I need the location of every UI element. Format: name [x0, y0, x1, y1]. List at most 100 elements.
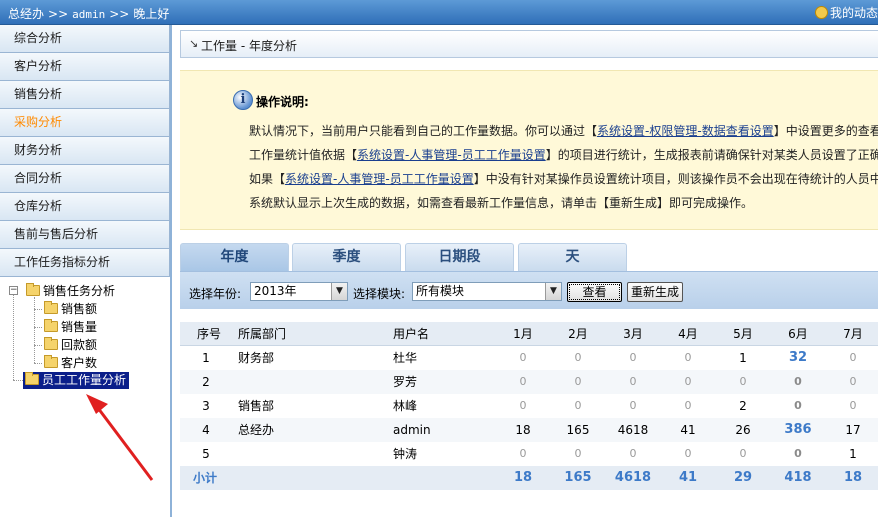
tree-node-label: 回款额 [61, 338, 98, 352]
breadcrumb-user[interactable]: admin [72, 8, 105, 21]
month-value-link[interactable]: 386 [778, 418, 818, 442]
month-value: 165 [566, 423, 590, 437]
table-header-row: 序号 所属部门 用户名 1月 2月 3月 4月 5月 6月 7月 [180, 322, 878, 346]
my-dynamics-label: 我的动态 [829, 6, 878, 20]
sidebar-item-warehouse[interactable]: 仓库分析 [0, 193, 170, 221]
table-row[interactable]: 2 罗芳 0 0 0 0 0 0 0 [180, 370, 878, 394]
month-value: 0 [574, 447, 582, 460]
tree-node-employee-workload[interactable]: 员工工作量分析 [23, 372, 130, 389]
module-select[interactable]: 所有模块 ▼ [412, 282, 562, 301]
folder-icon [26, 283, 40, 296]
sidebar-item-customer[interactable]: 客户分析 [0, 53, 170, 81]
year-select[interactable]: 2013年 ▼ [250, 282, 348, 301]
month-value: 0 [574, 351, 582, 364]
instructions-line-3: 如果【系统设置-人事管理-员工工作量设置】中没有针对某操作员设置统计项目，则该操… [249, 170, 878, 187]
sidebar-item-finance[interactable]: 财务分析 [0, 137, 170, 165]
dropdown-arrow-icon: ▼ [331, 283, 347, 300]
row-number: 2 [202, 375, 210, 389]
total-value: 18 [513, 470, 533, 485]
tree-line [13, 290, 14, 380]
page-title-bar: ↘ 工作量 - 年度分析 [180, 30, 878, 58]
month-value: 0 [849, 399, 857, 412]
sidebar-item-presales-aftersales[interactable]: 售前与售后分析 [0, 221, 170, 249]
column-header: 6月 [788, 327, 808, 341]
year-label: 选择年份: [189, 287, 242, 301]
month-value: 0 [684, 375, 692, 388]
row-number: 1 [202, 351, 210, 365]
tab-date-range[interactable]: 日期段 [405, 243, 514, 271]
tree-node-sales-volume[interactable]: 销售量 [44, 319, 97, 336]
total-value: 29 [733, 470, 753, 485]
text: 中没有针对某操作员设置统计项目，则该操作员不会出现在待统计的人员中 [485, 172, 878, 186]
month-value: 0 [574, 399, 582, 412]
month-value: 0 [629, 351, 637, 364]
month-value: 0 [519, 399, 527, 412]
month-value: 0 [519, 447, 527, 460]
tree-line [34, 309, 42, 310]
view-button[interactable]: 查看 [567, 282, 622, 302]
module-select-value: 所有模块 [416, 284, 465, 298]
month-value: 17 [845, 423, 861, 437]
month-value: 41 [680, 423, 696, 437]
month-value: 4618 [617, 423, 649, 437]
total-value: 41 [678, 470, 698, 485]
my-dynamics-link[interactable]: 我的动态 [814, 4, 878, 21]
month-value: 1 [739, 351, 747, 365]
month-value: 0 [739, 375, 747, 388]
column-header: 1月 [513, 327, 533, 341]
month-value: 0 [794, 399, 802, 412]
tree-line [34, 345, 42, 346]
main-content: ↘ 工作量 - 年度分析 i 操作说明: 默认情况下，当前用户只能看到自己的工作… [174, 25, 878, 517]
table-row[interactable]: 3 销售部 林峰 0 0 0 0 2 0 0 [180, 394, 878, 418]
user-icon [814, 6, 828, 19]
month-value: 0 [794, 375, 802, 388]
row-number: 5 [202, 447, 210, 461]
tab-year[interactable]: 年度 [180, 243, 289, 272]
sidebar-item-task-indicators[interactable]: 工作任务指标分析 [0, 249, 170, 277]
breadcrumb-separator: >> [48, 7, 69, 21]
month-value: 26 [735, 423, 751, 437]
tree-collapse-toggle[interactable]: − [9, 286, 18, 295]
month-value-link[interactable]: 32 [778, 346, 818, 370]
tree-line [34, 363, 42, 364]
link-workload-settings[interactable]: 系统设置-人事管理-员工工作量设置 [357, 148, 546, 162]
module-label: 选择模块: [353, 287, 406, 301]
page-title: 工作量 - 年度分析 [201, 39, 297, 53]
tree-node-sales-amount[interactable]: 销售额 [44, 301, 97, 318]
dropdown-arrow-icon: ▼ [545, 283, 561, 300]
folder-icon [44, 337, 58, 350]
column-header: 7月 [843, 327, 863, 341]
tab-day[interactable]: 天 [518, 243, 627, 271]
text: 中设置更多的查看 [785, 124, 878, 138]
month-value: 0 [794, 447, 802, 460]
table-row[interactable]: 1 财务部 杜华 0 0 0 0 1 32 0 [180, 346, 878, 370]
sidebar-item-purchase[interactable]: 采购分析 [0, 109, 170, 137]
link-workload-settings-2[interactable]: 系统设置-人事管理-员工工作量设置 [285, 172, 474, 186]
tree-line [13, 380, 23, 381]
total-value: 418 [784, 470, 812, 485]
filter-bar: 选择年份: 2013年 ▼ 选择模块: 所有模块 ▼ 查看 重新生成 [180, 271, 878, 309]
tree-node-sales-task[interactable]: 销售任务分析 [26, 283, 115, 300]
period-tabs: 年度 季度 日期段 天 [180, 243, 878, 272]
table-row[interactable]: 4 总经办 admin 18 165 4618 41 26 386 17 [180, 418, 878, 442]
tree-node-customer-count[interactable]: 客户数 [44, 355, 97, 372]
sidebar-item-contract[interactable]: 合同分析 [0, 165, 170, 193]
breadcrumb-dept[interactable]: 总经办 [8, 7, 44, 21]
tree-node-label: 销售任务分析 [43, 284, 116, 298]
tree-node-payment-amount[interactable]: 回款额 [44, 337, 97, 354]
table-row[interactable]: 5 钟涛 0 0 0 0 0 0 1 [180, 442, 878, 466]
sidebar-item-sales[interactable]: 销售分析 [0, 81, 170, 109]
row-user: 罗芳 [393, 375, 418, 389]
month-value: 0 [629, 447, 637, 460]
row-user: 林峰 [393, 399, 418, 413]
link-data-view-settings[interactable]: 系统设置-权限管理-数据查看设置 [597, 124, 774, 138]
row-dept: 财务部 [238, 351, 275, 365]
month-value: 0 [629, 399, 637, 412]
folder-icon [44, 301, 58, 314]
instructions-line-4: 系统默认显示上次生成的数据，如需查看最新工作量信息，请单击【重新生成】即可完成操… [249, 196, 754, 210]
tab-quarter[interactable]: 季度 [292, 243, 401, 271]
sidebar-item-comprehensive[interactable]: 综合分析 [0, 25, 170, 53]
column-header: 4月 [678, 327, 698, 341]
instructions-line-1: 默认情况下，当前用户只能看到自己的工作量数据。你可以通过【系统设置-权限管理-数… [249, 122, 878, 139]
regenerate-button[interactable]: 重新生成 [627, 282, 683, 302]
